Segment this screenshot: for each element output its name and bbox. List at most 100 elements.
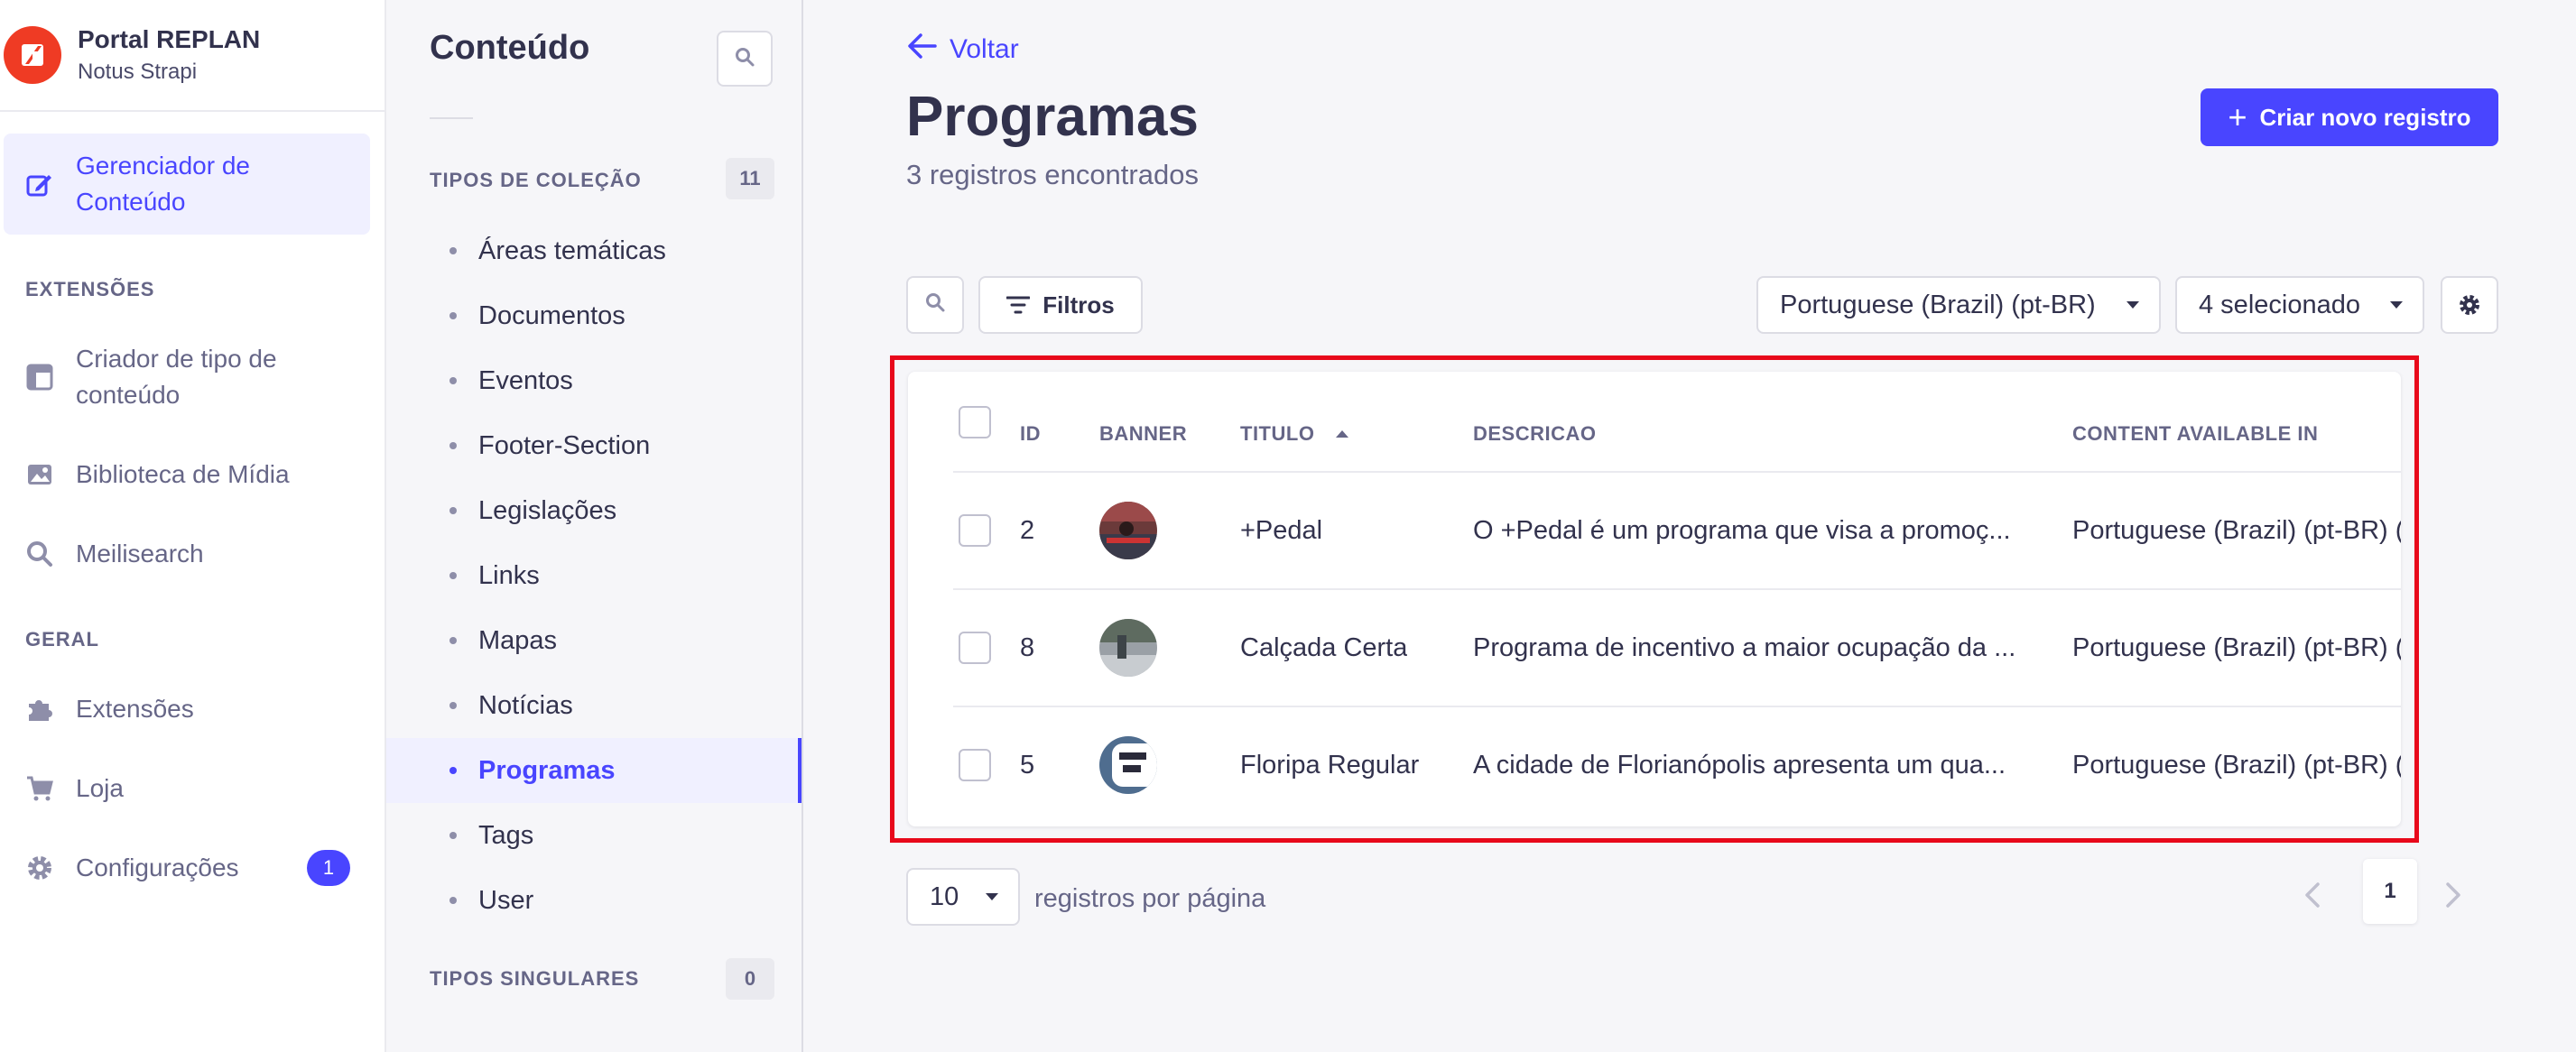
search-icon [23, 538, 56, 570]
subnav-item-label: Tags [478, 820, 534, 850]
records-count: 3 registros encontrados [906, 159, 1199, 190]
page-size-value: 10 [930, 881, 959, 911]
plus-icon: + [2228, 98, 2247, 135]
header-content-available: CONTENT AVAILABLE IN [2072, 422, 2319, 445]
cell-descricao: A cidade de Florianópolis apresenta um q… [1473, 751, 2006, 780]
chevron-down-icon [2390, 301, 2403, 309]
nav-item-settings[interactable]: Configurações 1 [4, 848, 370, 888]
subnav-item-label: Áreas temáticas [478, 235, 666, 265]
create-entry-button[interactable]: + Criar novo registro [2201, 88, 2498, 146]
nav-label: Configurações [76, 854, 239, 881]
header-titulo[interactable]: TITULO [1240, 422, 1349, 446]
subnav-item-programas[interactable]: Programas [386, 738, 802, 803]
cell-id: 8 [1020, 633, 1035, 662]
page-size-select[interactable]: 10 [906, 868, 1020, 926]
nav-label: Criador de tipo de conteúdo [76, 345, 277, 409]
single-types-title: TIPOS SINGULARES [430, 967, 640, 990]
cell-titulo: Calçada Certa [1240, 633, 1408, 662]
nav-label: Gerenciador de Conteúdo [76, 152, 251, 216]
brand-subtitle: Notus Strapi [78, 60, 198, 84]
header-id[interactable]: ID [1020, 422, 1041, 446]
header-descricao[interactable]: DESCRICAO [1473, 422, 1597, 446]
gear-icon [23, 852, 56, 884]
section-general-title: GERAL [25, 628, 99, 651]
cell-titulo: Floripa Regular [1240, 751, 1420, 780]
nav-item-meilisearch[interactable]: Meilisearch [4, 534, 370, 574]
subnav-item-links[interactable]: Links [386, 543, 802, 608]
row-checkbox[interactable] [959, 632, 991, 664]
subnav-item-label: User [478, 885, 534, 915]
nav-item-content-manager[interactable]: Gerenciador de Conteúdo [4, 134, 370, 235]
filters-button[interactable]: Filtros [978, 276, 1143, 334]
cell-descricao: Programa de incentivo a maior ocupação d… [1473, 633, 2015, 662]
brand-title: Portal REPLAN [78, 25, 261, 53]
cell-titulo: +Pedal [1240, 516, 1323, 545]
columns-select[interactable]: 4 selecionado [2175, 276, 2424, 334]
nav-label: Loja [76, 774, 124, 802]
page-number-button[interactable]: 1 [2363, 859, 2417, 924]
entries-table: ID BANNER TITULO DESCRICAO CONTENT AVAIL… [908, 372, 2401, 826]
divider [953, 706, 2401, 707]
subnav-item-tags[interactable]: Tags [386, 803, 802, 868]
nav-item-plugins[interactable]: Extensões [4, 689, 370, 729]
table-settings-button[interactable] [2441, 276, 2498, 334]
notification-badge: 1 [307, 850, 350, 886]
cell-content-available: Portuguese (Brazil) (pt-BR) (default) [2072, 633, 2401, 662]
nav-label: Meilisearch [76, 540, 204, 568]
divider [953, 471, 2401, 473]
page-title: Programas [906, 86, 1199, 148]
locale-select[interactable]: Portuguese (Brazil) (pt-BR) [1756, 276, 2161, 334]
brand-header: Portal REPLAN Notus Strapi [0, 0, 385, 112]
nav-label: Extensões [76, 695, 194, 723]
subnav-item-documentos[interactable]: Documentos [386, 283, 802, 348]
nav-item-marketplace[interactable]: Loja [4, 769, 370, 808]
cell-content-available: Portuguese (Brazil) (pt-BR) (default) [2072, 751, 2401, 780]
subnav-item-user[interactable]: User [386, 868, 802, 933]
next-page-button[interactable] [2428, 870, 2479, 924]
row-checkbox[interactable] [959, 749, 991, 781]
subnav-title: Conteúdo [430, 29, 590, 67]
create-entry-label: Criar novo registro [2259, 103, 2471, 131]
subnav-item-areas-tematicas[interactable]: Áreas temáticas [386, 218, 802, 283]
search-icon [924, 291, 946, 319]
arrow-left-icon [906, 32, 950, 67]
pencil-icon [23, 168, 56, 200]
row-checkbox[interactable] [959, 514, 991, 547]
cell-descricao: O +Pedal é um programa que visa a promoç… [1473, 516, 2011, 545]
main-navigation: Portal REPLAN Notus Strapi Gerenciador d… [0, 0, 386, 1052]
layout-icon [23, 361, 56, 393]
subnav-item-noticias[interactable]: Notícias [386, 673, 802, 738]
back-link[interactable]: Voltar [906, 32, 1019, 67]
chevron-down-icon [986, 893, 998, 900]
nav-item-media-library[interactable]: Biblioteca de Mídia [4, 455, 370, 494]
subnav-item-eventos[interactable]: Eventos [386, 348, 802, 413]
cart-icon [23, 772, 56, 805]
banner-thumbnail [1099, 736, 1157, 794]
puzzle-icon [23, 693, 56, 725]
subnav-item-label: Links [478, 560, 540, 590]
filter-icon [1006, 295, 1031, 315]
subnav-item-legislacoes[interactable]: Legislações [386, 478, 802, 543]
header-banner: BANNER [1099, 422, 1188, 445]
divider [430, 117, 473, 119]
brand-logo [4, 26, 61, 84]
cell-content-available: Portuguese (Brazil) (pt-BR) (default) [2072, 516, 2401, 545]
select-all-checkbox[interactable] [959, 406, 991, 438]
subnav-item-label: Notícias [478, 690, 573, 720]
collection-types-count: 11 [726, 158, 774, 199]
cell-id: 5 [1020, 751, 1035, 780]
subnav-item-mapas[interactable]: Mapas [386, 608, 802, 673]
nav-item-content-type-builder[interactable]: Criador de tipo de conteúdo [4, 336, 370, 419]
filters-label: Filtros [1042, 291, 1115, 318]
table-search-button[interactable] [906, 276, 964, 334]
main-content: Voltar Programas 3 registros encontrados… [805, 0, 2576, 1052]
nav-label: Biblioteca de Mídia [76, 460, 290, 488]
subnav-item-label: Eventos [478, 365, 573, 395]
sort-ascending-icon [1336, 430, 1349, 438]
subnav-item-label: Documentos [478, 300, 625, 330]
header-titulo-label: TITULO [1240, 422, 1315, 445]
subnav-search-button[interactable] [717, 31, 773, 87]
subnav-item-footer-section[interactable]: Footer-Section [386, 413, 802, 478]
banner-thumbnail [1099, 619, 1157, 677]
previous-page-button[interactable] [2287, 870, 2338, 924]
